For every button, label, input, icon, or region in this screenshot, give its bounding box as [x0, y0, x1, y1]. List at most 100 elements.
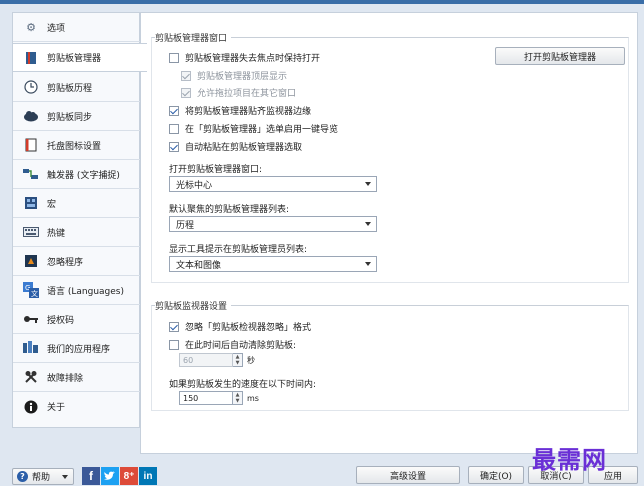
sidebar-item-label: 故障排除 [47, 373, 84, 384]
auto-clear-unit: 秒 [247, 355, 255, 365]
google-plus-icon[interactable]: 8⁺ [120, 467, 138, 485]
sidebar-item-clipboard-history[interactable]: 剪贴板历程 [13, 73, 141, 102]
allow-drag-checkbox[interactable] [181, 87, 191, 98]
default-focus-select-value: 历程 [176, 220, 195, 231]
option-auto-clear[interactable]: 在此时间后自动清除剪贴板: [169, 338, 296, 351]
sidebar: ⚙ 选项 剪贴板管理器 剪贴板历程 剪贴板同步 托盘图标设置 触发器 (文字捕捉… [12, 12, 147, 428]
license-key-icon [23, 311, 39, 327]
trigger-icon [23, 166, 39, 182]
always-on-top-checkbox[interactable] [181, 70, 191, 81]
auto-clear-checkbox[interactable] [169, 339, 179, 350]
option-keep-open[interactable]: 剪贴板管理器失去焦点时保持打开 [169, 51, 320, 64]
option-label: 将剪贴板管理器贴齐监视器边缘 [185, 107, 312, 117]
option-label: 忽略「剪贴板检视器忽略」格式 [185, 323, 312, 333]
sidebar-item-troubleshoot[interactable]: 故障排除 [13, 363, 141, 392]
help-dropdown-button[interactable]: ? 帮助 [12, 468, 74, 485]
linkedin-icon[interactable]: in [139, 467, 157, 485]
ignore-format-checkbox[interactable] [169, 321, 179, 332]
sidebar-item-tray-icon[interactable]: 托盘图标设置 [13, 131, 141, 160]
default-focus-select[interactable]: 历程 [169, 216, 377, 232]
keep-open-checkbox[interactable] [169, 52, 179, 63]
sidebar-item-label: 剪贴板管理器 [47, 54, 102, 64]
stepper-down-icon[interactable]: ▼ [233, 360, 242, 366]
sidebar-item-hotkeys[interactable]: 热键 [13, 218, 141, 247]
option-one-key-nav[interactable]: 在「剪贴板管理器」选单启用一键导览 [169, 122, 338, 135]
history-clock-icon [23, 79, 39, 95]
rate-label: 如果剪贴板发生的速度在以下时间内: [169, 377, 316, 390]
option-label: 剪贴板管理器失去焦点时保持打开 [185, 54, 321, 64]
tray-icon [23, 137, 39, 153]
sidebar-item-ignore-programs[interactable]: 忽略程序 [13, 247, 141, 276]
troubleshoot-tools-icon [23, 369, 39, 385]
watermark-logo: 最需网 [532, 445, 607, 474]
settings-panel: 剪贴板管理器窗口 打开剪贴板管理器 剪贴板管理器失去焦点时保持打开 剪贴板管理器… [140, 12, 638, 454]
chevron-down-icon [365, 262, 371, 266]
facebook-icon[interactable]: f [82, 467, 100, 485]
option-label: 自动粘贴在剪贴板管理器选取 [185, 143, 303, 153]
option-auto-paste[interactable]: 自动粘贴在剪贴板管理器选取 [169, 140, 302, 153]
rate-unit: ms [247, 393, 259, 403]
auto-clear-stepper[interactable]: 60 ▲ ▼ 秒 [179, 353, 255, 367]
sidebar-item-label: 宏 [47, 199, 57, 210]
sidebar-item-label: 忽略程序 [47, 257, 84, 268]
ok-button[interactable]: 确定(O) [468, 466, 524, 484]
option-ignore-format[interactable]: 忽略「剪贴板检视器忽略」格式 [169, 320, 311, 333]
gear-icon: ⚙ [26, 20, 36, 34]
sidebar-item-label: 托盘图标设置 [47, 141, 102, 152]
sidebar-item-label: 语言 (Languages) [47, 286, 124, 297]
snap-edges-checkbox[interactable] [169, 105, 179, 116]
chevron-down-icon [62, 474, 68, 479]
sidebar-item-label: 关于 [47, 403, 66, 413]
sidebar-item-triggers[interactable]: 触发器 (文字捕捉) [13, 160, 141, 189]
sync-cloud-icon [23, 108, 39, 124]
twitter-icon[interactable] [101, 467, 119, 485]
option-allow-drag[interactable]: 允许拖拉项目在其它窗口 [181, 86, 296, 99]
option-snap-edges[interactable]: 将剪贴板管理器贴齐监视器边缘 [169, 104, 311, 117]
language-icon: G文 [23, 282, 39, 298]
option-label: 允许拖拉项目在其它窗口 [197, 89, 297, 99]
tooltip-label-text: 显示工具提示在剪贴板管理员列表: [169, 245, 308, 255]
rate-stepper[interactable]: 150 ▲ ▼ ms [179, 391, 259, 405]
help-icon: ? [17, 471, 28, 482]
stepper-arrows[interactable]: ▲ ▼ [233, 391, 243, 405]
sidebar-item-clipboard-manager[interactable]: 剪贴板管理器 [13, 43, 147, 72]
option-always-on-top[interactable]: 剪贴板管理器顶层显示 [181, 69, 287, 82]
sidebar-item-language[interactable]: G文 语言 (Languages) [13, 276, 141, 305]
chevron-down-icon [365, 222, 371, 226]
clipboard-book-icon [23, 50, 39, 66]
auto-clear-input[interactable]: 60 [179, 353, 233, 367]
option-label: 剪贴板管理器顶层显示 [197, 72, 288, 82]
sidebar-item-label: 选项 [47, 23, 66, 34]
group-title-manager-window: 剪贴板管理器窗口 [155, 31, 232, 44]
chevron-down-icon [365, 182, 371, 186]
sidebar-item-our-apps[interactable]: 我们的应用程序 [13, 334, 141, 363]
rate-label-text: 如果剪贴板发生的速度在以下时间内: [169, 380, 317, 390]
sidebar-item-license[interactable]: 授权码 [13, 305, 141, 334]
options-window: ⚙ 选项 剪贴板管理器 剪贴板历程 剪贴板同步 托盘图标设置 触发器 (文字捕捉… [0, 4, 644, 486]
advanced-settings-button[interactable]: 高级设置 [356, 466, 460, 484]
one-key-nav-checkbox[interactable] [169, 123, 179, 134]
stepper-down-icon[interactable]: ▼ [233, 398, 242, 404]
sidebar-item-label: 剪贴板历程 [47, 83, 93, 94]
tooltip-select-value: 文本和图像 [176, 260, 222, 271]
rate-input[interactable]: 150 [179, 391, 233, 405]
open-window-label: 打开剪贴板管理器窗口: [169, 162, 262, 175]
sidebar-item-about[interactable]: 关于 [13, 392, 141, 421]
sidebar-item-macros[interactable]: 宏 [13, 189, 141, 218]
svg-text:文: 文 [31, 289, 38, 298]
sidebar-item-options[interactable]: ⚙ 选项 [13, 13, 141, 42]
auto-paste-checkbox[interactable] [169, 141, 179, 152]
sidebar-item-label: 我们的应用程序 [47, 344, 111, 355]
help-label: 帮助 [32, 473, 51, 483]
open-window-select[interactable]: 光标中心 [169, 176, 377, 192]
sidebar-item-label: 授权码 [47, 315, 75, 326]
default-focus-label-text: 默认聚焦的剪贴板管理器列表: [169, 205, 290, 215]
sidebar-item-clipboard-sync[interactable]: 剪贴板同步 [13, 102, 141, 131]
sidebar-item-label: 触发器 (文字捕捉) [47, 170, 120, 181]
open-window-label-text: 打开剪贴板管理器窗口: [169, 165, 263, 175]
stepper-arrows[interactable]: ▲ ▼ [233, 353, 243, 367]
sidebar-item-label: 剪贴板同步 [47, 112, 93, 123]
default-focus-label: 默认聚焦的剪贴板管理器列表: [169, 202, 289, 215]
tooltip-select[interactable]: 文本和图像 [169, 256, 377, 272]
open-clipboard-manager-button[interactable]: 打开剪贴板管理器 [495, 47, 625, 65]
